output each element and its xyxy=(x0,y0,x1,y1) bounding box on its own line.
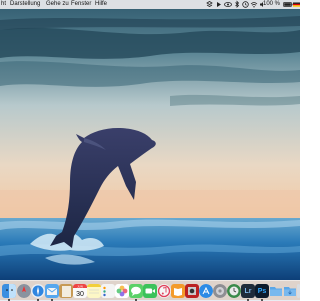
menu-item-hilfe[interactable]: Hilfe xyxy=(95,0,107,9)
itunes-icon[interactable] xyxy=(157,284,171,298)
calendar-icon[interactable]: JUN 30 xyxy=(73,284,87,298)
calendar-day: 30 xyxy=(76,291,84,298)
dropbox-icon[interactable] xyxy=(206,0,213,9)
photos-icon[interactable] xyxy=(115,284,129,298)
eye-icon[interactable] xyxy=(224,0,232,9)
calendar-month: JUN xyxy=(77,284,83,288)
mail-icon[interactable] xyxy=(45,284,59,298)
messages-icon[interactable] xyxy=(129,284,143,298)
photoshop-icon[interactable]: Ps xyxy=(255,284,269,298)
lightroom-icon[interactable]: Lr xyxy=(241,284,255,298)
notes-icon[interactable] xyxy=(87,284,101,298)
menu-item-gehe-zu[interactable]: Gehe zu xyxy=(46,0,69,9)
preferences-icon[interactable] xyxy=(213,284,227,298)
safari-icon[interactable] xyxy=(31,284,45,298)
battery-icon[interactable] xyxy=(283,0,293,9)
menu-item-app[interactable]: ht xyxy=(1,0,6,9)
downloads-folder-icon[interactable] xyxy=(283,284,297,298)
facetime-icon[interactable] xyxy=(143,284,157,298)
contacts-icon[interactable] xyxy=(59,284,73,298)
launchpad-icon[interactable] xyxy=(17,284,31,298)
desktop-wallpaper xyxy=(0,0,300,300)
battery-percentage: 100 % xyxy=(263,1,281,7)
trash-icon[interactable] xyxy=(297,284,300,298)
folder-icon[interactable] xyxy=(269,284,283,298)
reminders-icon[interactable] xyxy=(101,284,115,298)
menu-item-darstellung[interactable]: Darstellung xyxy=(10,0,40,9)
flag-icon[interactable] xyxy=(293,0,300,9)
clock-icon[interactable] xyxy=(242,0,249,9)
menu-bar: ht Darstellung Gehe zu Fenster Hilfe 100… xyxy=(0,0,300,9)
photo-booth-icon[interactable] xyxy=(185,284,199,298)
menu-item-fenster[interactable]: Fenster xyxy=(71,0,91,9)
play-icon[interactable] xyxy=(215,0,222,9)
dock: JUN 30 Lr Ps xyxy=(0,280,300,301)
ibooks-icon[interactable] xyxy=(171,284,185,298)
app-store-icon[interactable] xyxy=(199,284,213,298)
finder-icon[interactable] xyxy=(2,284,16,298)
bluetooth-icon[interactable] xyxy=(234,0,240,9)
wifi-icon[interactable] xyxy=(250,0,258,9)
time-machine-icon[interactable] xyxy=(227,284,241,298)
